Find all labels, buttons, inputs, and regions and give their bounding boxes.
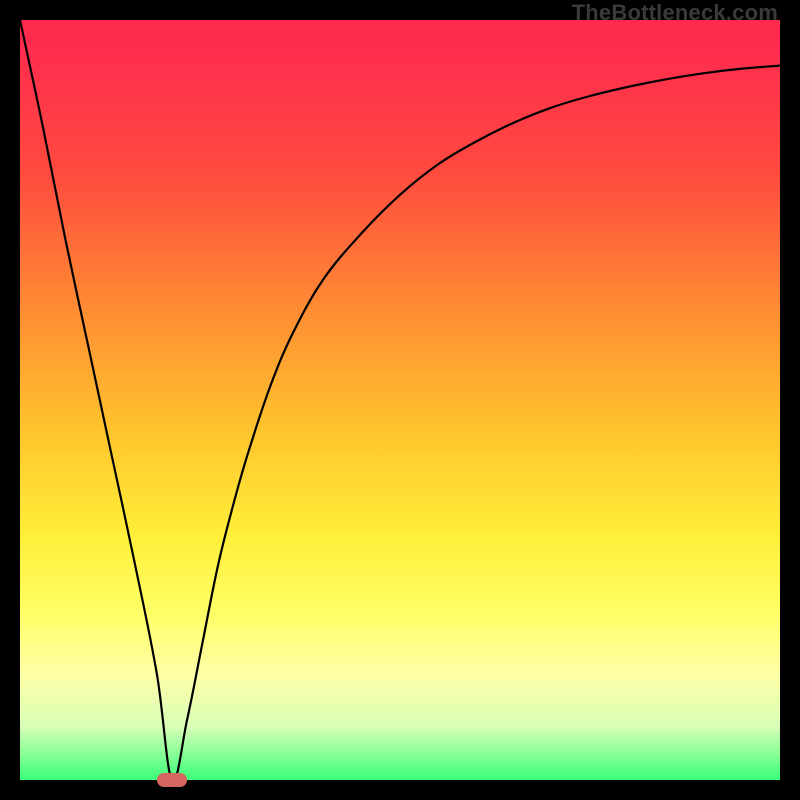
chart-frame: TheBottleneck.com <box>0 0 800 800</box>
watermark-text: TheBottleneck.com <box>572 0 778 26</box>
plot-area <box>20 20 780 780</box>
bottleneck-curve <box>20 20 780 780</box>
optimum-marker <box>157 773 187 787</box>
